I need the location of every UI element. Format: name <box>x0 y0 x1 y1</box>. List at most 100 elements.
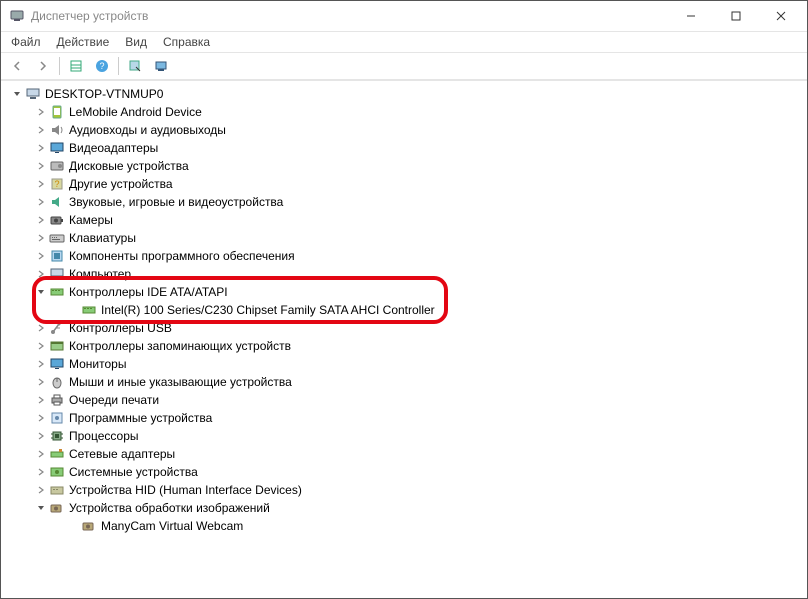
ide-icon <box>81 302 97 318</box>
tree-category[interactable]: Контроллеры USB <box>5 319 807 337</box>
tree-category[interactable]: Устройства HID (Human Interface Devices) <box>5 481 807 499</box>
tree-category[interactable]: Устройства обработки изображений <box>5 499 807 517</box>
chevron-right-icon[interactable] <box>35 160 47 172</box>
chevron-right-icon[interactable] <box>35 358 47 370</box>
disk-icon <box>49 158 65 174</box>
category-label: Камеры <box>69 213 113 227</box>
window-title: Диспетчер устройств <box>31 9 668 23</box>
chevron-right-icon[interactable] <box>35 430 47 442</box>
menu-help[interactable]: Справка <box>155 33 218 51</box>
system-icon <box>49 464 65 480</box>
chevron-right-icon[interactable] <box>35 250 47 262</box>
sound-icon <box>49 194 65 210</box>
close-button[interactable] <box>758 1 803 31</box>
tree-device[interactable]: Intel(R) 100 Series/C230 Chipset Family … <box>5 301 807 319</box>
tree-category[interactable]: Контроллеры IDE ATA/ATAPI <box>5 283 807 301</box>
category-label: Устройства HID (Human Interface Devices) <box>69 483 302 497</box>
audio-icon <box>49 122 65 138</box>
computer-icon <box>25 86 41 102</box>
chevron-down-icon[interactable] <box>35 286 47 298</box>
tree-category[interactable]: Компьютер <box>5 265 807 283</box>
tree-category[interactable]: Мониторы <box>5 355 807 373</box>
minimize-button[interactable] <box>668 1 713 31</box>
net-icon <box>49 446 65 462</box>
device-label: ManyCam Virtual Webcam <box>101 519 243 533</box>
hardware-button[interactable] <box>149 55 173 77</box>
chevron-right-icon[interactable] <box>35 178 47 190</box>
tree-device[interactable]: ManyCam Virtual Webcam <box>5 517 807 535</box>
forward-button[interactable] <box>31 55 55 77</box>
sw-icon <box>49 248 65 264</box>
category-label: Звуковые, игровые и видеоустройства <box>69 195 283 209</box>
cpu-icon <box>49 428 65 444</box>
camera-icon <box>49 212 65 228</box>
category-label: Видеоадаптеры <box>69 141 158 155</box>
category-label: Компьютер <box>69 267 131 281</box>
chevron-right-icon[interactable] <box>35 484 47 496</box>
menubar: Файл Действие Вид Справка <box>1 31 807 52</box>
maximize-button[interactable] <box>713 1 758 31</box>
chevron-right-icon[interactable] <box>35 322 47 334</box>
toolbar: ? <box>1 52 807 80</box>
chevron-right-icon[interactable] <box>35 196 47 208</box>
help-button[interactable]: ? <box>90 55 114 77</box>
svg-text:?: ? <box>99 61 104 71</box>
tree-category[interactable]: Камеры <box>5 211 807 229</box>
tree-category[interactable]: Очереди печати <box>5 391 807 409</box>
chevron-right-icon[interactable] <box>35 376 47 388</box>
tree-category[interactable]: Клавиатуры <box>5 229 807 247</box>
chevron-right-icon[interactable] <box>35 232 47 244</box>
tree-category[interactable]: Системные устройства <box>5 463 807 481</box>
tree-category[interactable]: Мыши и иные указывающие устройства <box>5 373 807 391</box>
tree-category[interactable]: Дисковые устройства <box>5 157 807 175</box>
tree-root[interactable]: DESKTOP-VTNMUP0 <box>5 85 807 103</box>
device-tree[interactable]: DESKTOP-VTNMUP0 LeMobile Android Device Ау… <box>1 80 807 596</box>
chevron-right-icon[interactable] <box>35 340 47 352</box>
chevron-right-icon[interactable] <box>35 142 47 154</box>
toolbar-separator <box>59 57 60 75</box>
category-label: Контроллеры IDE ATA/ATAPI <box>69 285 228 299</box>
chevron-right-icon[interactable] <box>35 394 47 406</box>
category-label: Аудиовходы и аудиовыходы <box>69 123 226 137</box>
tree-category[interactable]: Аудиовходы и аудиовыходы <box>5 121 807 139</box>
category-label: Мыши и иные указывающие устройства <box>69 375 292 389</box>
mouse-icon <box>49 374 65 390</box>
menu-view[interactable]: Вид <box>117 33 155 51</box>
chevron-right-icon[interactable] <box>35 412 47 424</box>
toolbar-separator <box>118 57 119 75</box>
category-label: Системные устройства <box>69 465 198 479</box>
tree-category[interactable]: Программные устройства <box>5 409 807 427</box>
chevron-right-icon[interactable] <box>35 124 47 136</box>
swdev-icon <box>49 410 65 426</box>
tree-category[interactable]: Видеоадаптеры <box>5 139 807 157</box>
menu-file[interactable]: Файл <box>3 33 49 51</box>
tree-category[interactable]: Звуковые, игровые и видеоустройства <box>5 193 807 211</box>
category-label: Сетевые адаптеры <box>69 447 175 461</box>
scan-button[interactable] <box>123 55 147 77</box>
chevron-right-icon[interactable] <box>35 466 47 478</box>
category-label: Очереди печати <box>69 393 159 407</box>
chevron-right-icon[interactable] <box>35 214 47 226</box>
category-label: LeMobile Android Device <box>69 105 202 119</box>
tree-category[interactable]: LeMobile Android Device <box>5 103 807 121</box>
chevron-right-icon[interactable] <box>35 448 47 460</box>
chevron-down-icon[interactable] <box>35 502 47 514</box>
chevron-right-icon[interactable] <box>35 106 47 118</box>
menu-action[interactable]: Действие <box>49 33 118 51</box>
chevron-down-icon[interactable] <box>11 88 23 100</box>
keyboard-icon <box>49 230 65 246</box>
tree-category[interactable]: ?Другие устройства <box>5 175 807 193</box>
tree-category[interactable]: Компоненты программного обеспечения <box>5 247 807 265</box>
tree-category[interactable]: Контроллеры запоминающих устройств <box>5 337 807 355</box>
storage-icon <box>49 338 65 354</box>
details-button[interactable] <box>64 55 88 77</box>
back-button[interactable] <box>5 55 29 77</box>
tree-category[interactable]: Сетевые адаптеры <box>5 445 807 463</box>
titlebar: Диспетчер устройств <box>1 1 807 31</box>
display-icon <box>49 140 65 156</box>
tree-category[interactable]: Процессоры <box>5 427 807 445</box>
window-controls <box>668 1 803 31</box>
monitor-icon <box>49 356 65 372</box>
device-label: Intel(R) 100 Series/C230 Chipset Family … <box>101 303 435 317</box>
chevron-right-icon[interactable] <box>35 268 47 280</box>
